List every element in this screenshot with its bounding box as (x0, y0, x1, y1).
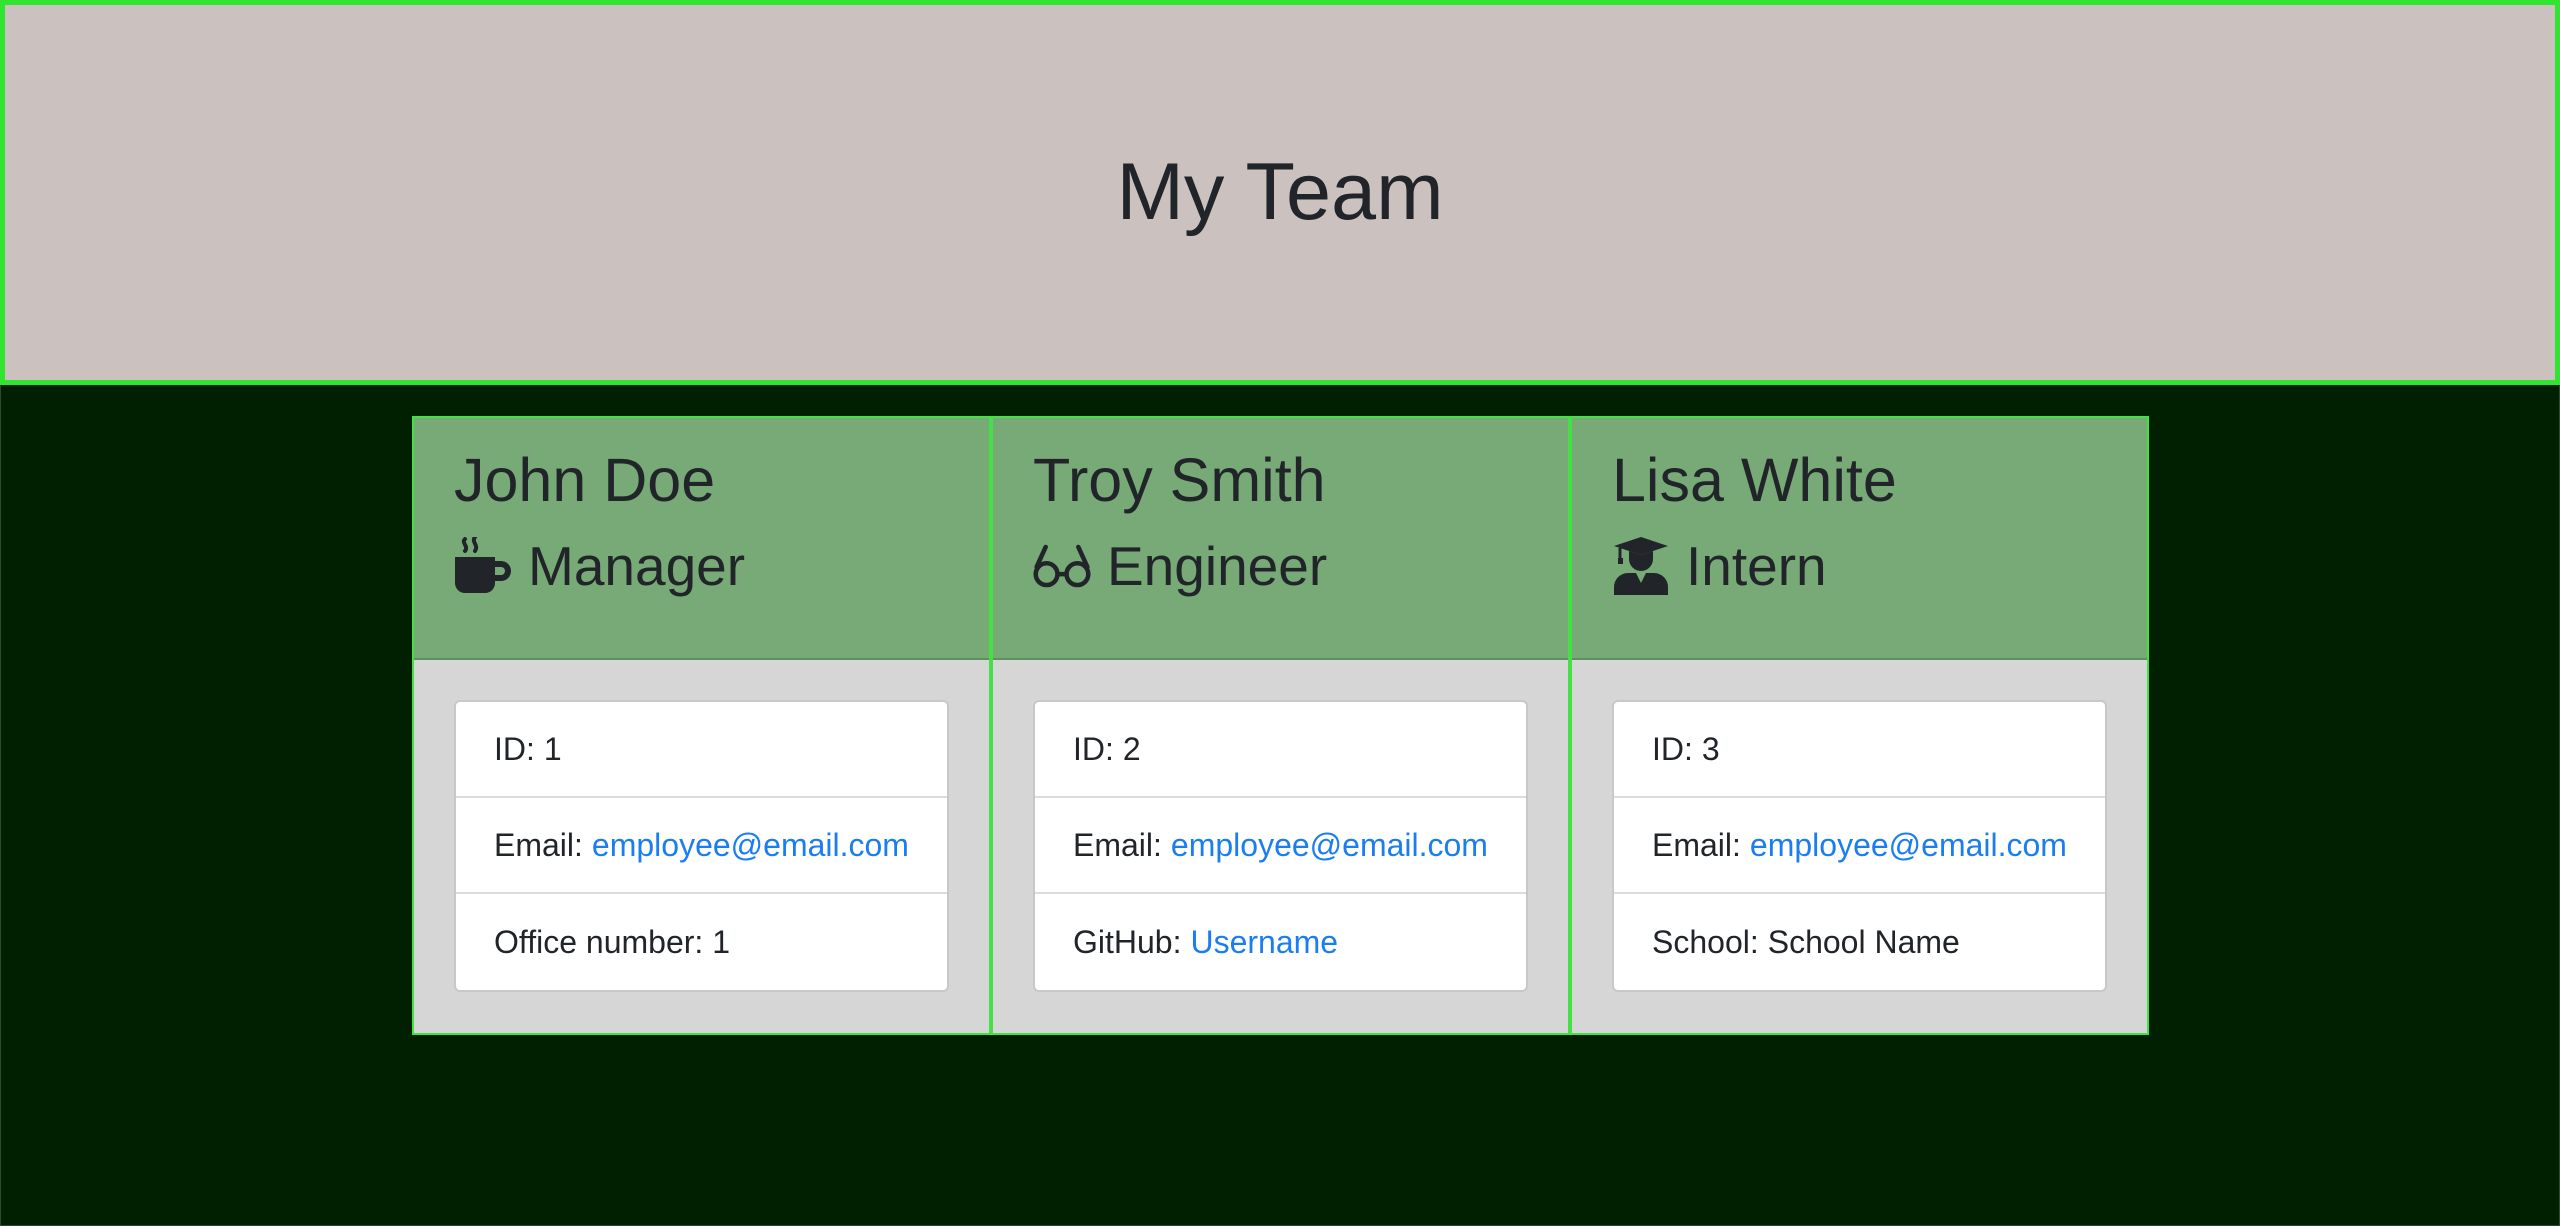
email-label: Email: (1652, 826, 1741, 863)
school-row: School: School Name (1614, 894, 2105, 990)
user-graduate-icon (1612, 537, 1670, 595)
employee-details-list: ID: 2 Email: employee@email.com GitHub: … (1033, 700, 1528, 992)
employee-name: John Doe (454, 446, 716, 514)
card-body: ID: 2 Email: employee@email.com GitHub: … (993, 660, 1568, 1032)
id-label: ID: (1652, 730, 1693, 767)
email-row: Email: employee@email.com (456, 798, 947, 894)
id-row: ID: 2 (1035, 702, 1526, 798)
employee-card-intern: Lisa White Intern ID: 3 Email: employee@… (1570, 416, 2149, 1035)
email-link[interactable]: employee@email.com (1750, 827, 2067, 864)
role-label: Intern (1686, 535, 1827, 597)
email-label: Email: (1073, 826, 1162, 863)
school-value: School Name (1767, 923, 1960, 960)
email-label: Email: (494, 826, 583, 863)
github-label: GitHub: (1073, 923, 1182, 960)
employee-role: Engineer (1033, 534, 1528, 598)
employee-details-list: ID: 1 Email: employee@email.com Office n… (454, 700, 949, 992)
employee-details-list: ID: 3 Email: employee@email.com School: … (1612, 700, 2107, 992)
id-row: ID: 1 (456, 702, 947, 798)
card-header: Lisa White Intern (1572, 418, 2147, 660)
id-label: ID: (1073, 730, 1114, 767)
id-value: 2 (1122, 730, 1141, 767)
role-label: Manager (528, 535, 746, 597)
employee-card-engineer: Troy Smith Engineer ID: 2 Email: employe… (991, 416, 1570, 1035)
id-label: ID: (494, 730, 535, 767)
employee-card-manager: John Doe Manager ID: 1 Email: employee@e… (412, 416, 991, 1035)
card-body: ID: 3 Email: employee@email.com School: … (1572, 660, 2147, 1032)
employee-name: Lisa White (1612, 446, 1897, 514)
office-number-label: Office number: (494, 923, 704, 960)
school-label: School: (1652, 923, 1759, 960)
id-row: ID: 3 (1614, 702, 2105, 798)
id-value: 1 (543, 730, 562, 767)
office-number-value: 1 (712, 923, 731, 960)
role-label: Engineer (1107, 535, 1328, 597)
email-row: Email: employee@email.com (1614, 798, 2105, 894)
employee-role: Intern (1612, 534, 2107, 598)
card-body: ID: 1 Email: employee@email.com Office n… (414, 660, 989, 1032)
page-header: My Team (0, 0, 2560, 385)
employee-role: Manager (454, 534, 949, 598)
email-row: Email: employee@email.com (1035, 798, 1526, 894)
card-header: Troy Smith Engineer (993, 418, 1568, 660)
email-link[interactable]: employee@email.com (1171, 827, 1488, 864)
employee-name: Troy Smith (1033, 446, 1326, 514)
mug-hot-icon (454, 537, 512, 595)
email-link[interactable]: employee@email.com (592, 827, 909, 864)
card-header: John Doe Manager (414, 418, 989, 660)
github-row: GitHub: Username (1035, 894, 1526, 990)
github-link[interactable]: Username (1190, 924, 1338, 961)
page-title: My Team (1116, 147, 1444, 237)
glasses-icon (1033, 537, 1091, 595)
team-cards: John Doe Manager ID: 1 Email: employee@e… (412, 416, 2149, 1035)
office-number-row: Office number: 1 (456, 894, 947, 990)
id-value: 3 (1701, 730, 1720, 767)
